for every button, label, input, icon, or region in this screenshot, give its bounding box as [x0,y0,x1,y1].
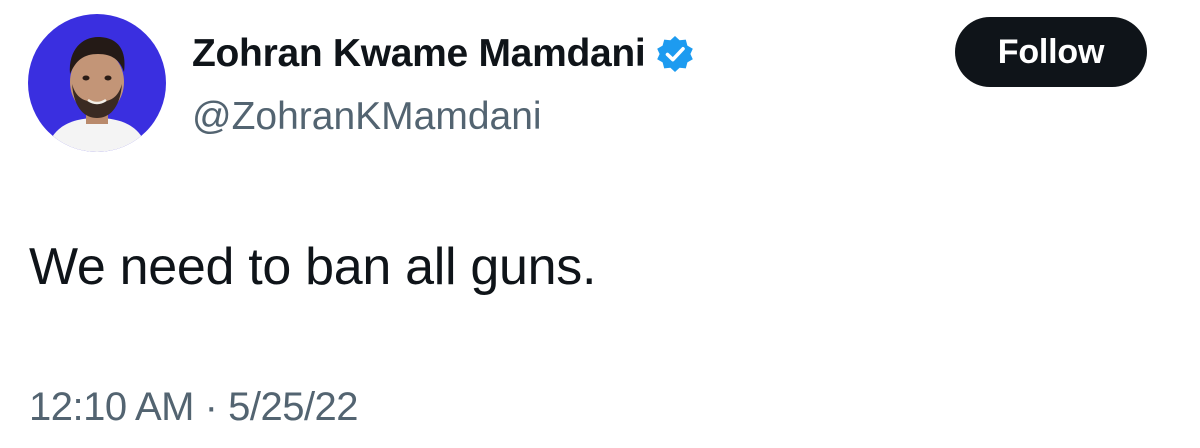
author-handle[interactable]: @ZohranKMamdani [192,94,542,140]
avatar-image [28,14,166,152]
author-name-row: Zohran Kwame Mamdani [192,30,695,78]
avatar[interactable] [28,14,166,152]
author-display-name[interactable]: Zohran Kwame Mamdani [192,30,646,78]
follow-button[interactable]: Follow [955,17,1147,87]
tweet-timestamp[interactable]: 12:10 AM · 5/25/22 [29,382,359,432]
tweet-time: 12:10 AM [29,385,195,429]
verified-badge-icon [655,34,695,74]
tweet-text: We need to ban all guns. [29,238,597,296]
tweet-card: Zohran Kwame Mamdani @ZohranKMamdani Fol… [0,0,1200,448]
tweet-date: 5/25/22 [228,385,359,429]
meta-separator: · [204,385,218,429]
